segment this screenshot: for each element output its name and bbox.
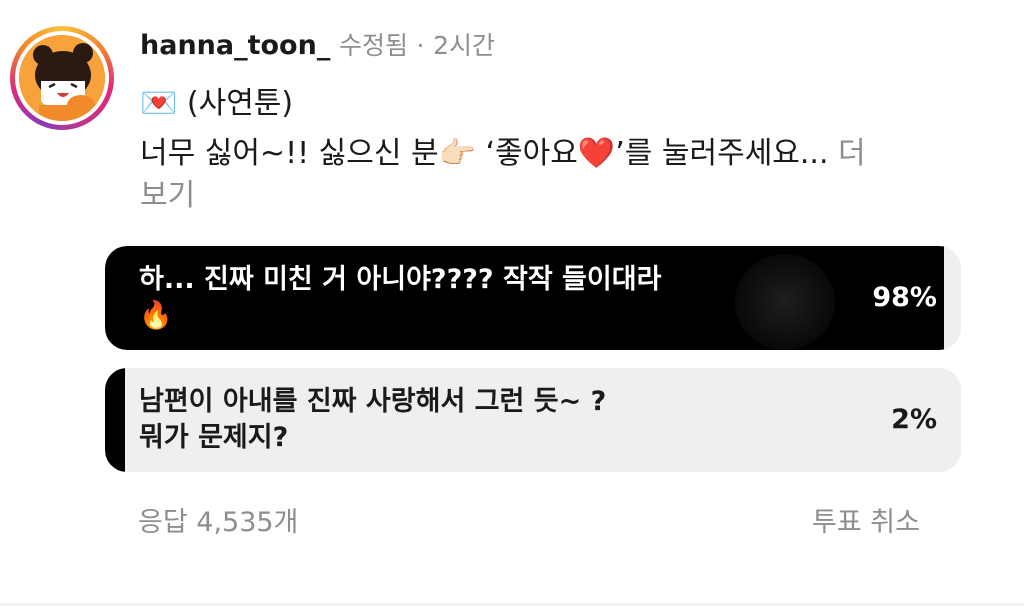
poll-result-bar	[105, 368, 125, 472]
poll-percentage: 98%	[872, 282, 937, 313]
cartoon-girl-avatar-icon	[19, 35, 105, 121]
poll-percentage: 2%	[891, 404, 937, 435]
caption-text-b: ‘좋아요	[485, 136, 578, 171]
caption-series-label: (사연툰)	[186, 86, 294, 121]
caption-line-3: 보기	[140, 170, 195, 214]
poll-option-text: 하... 진짜 미친 거 아니야???? 작작 들이대라 🔥	[139, 262, 661, 334]
poll-option-text: 남편이 아내를 진짜 사랑해서 그런 듯~ ? 뭐가 문제지?	[139, 384, 606, 456]
obscured-area	[735, 254, 835, 350]
story-ring[interactable]	[10, 26, 114, 130]
caption-text-c: ’를 눌러주세요...	[615, 136, 829, 171]
meta-separator: ·	[416, 31, 425, 60]
edited-label: 수정됨	[338, 31, 408, 60]
poll-option-2[interactable]: 남편이 아내를 진짜 사랑해서 그런 듯~ ? 뭐가 문제지? 2%	[105, 368, 961, 472]
poll-option-line-1: 하... 진짜 미친 거 아니야???? 작작 들이대라	[139, 264, 662, 295]
fire-icon: 🔥	[139, 300, 173, 331]
avatar[interactable]	[19, 35, 105, 121]
caption-text-a: 너무 싫어~!! 싫으신 분	[140, 136, 439, 171]
poll-post: hanna_toon_ 수정됨 · 2시간 💌 (사연툰) 너무 싫어~!! 싫…	[0, 0, 1024, 606]
poll-option-1[interactable]: 하... 진짜 미친 거 아니야???? 작작 들이대라 🔥 98%	[105, 246, 961, 350]
caption-line-2: 너무 싫어~!! 싫으신 분👉🏻 ‘좋아요❤️’를 눌러주세요... 더	[140, 128, 866, 172]
more-link-continued[interactable]: 보기	[140, 178, 195, 213]
post-header: hanna_toon_ 수정됨 · 2시간	[140, 26, 495, 62]
more-link[interactable]: 더	[838, 136, 866, 171]
post-time: 2시간	[433, 31, 495, 60]
love-letter-icon: 💌	[140, 86, 178, 121]
cancel-vote-button[interactable]: 투표 취소	[812, 500, 920, 539]
username-link[interactable]: hanna_toon_	[140, 30, 330, 61]
caption-line-1: 💌 (사연툰)	[140, 78, 293, 122]
pointing-hand-icon: 👉🏻	[438, 136, 476, 171]
red-heart-icon: ❤️	[577, 136, 616, 171]
responses-count: 응답 4,535개	[138, 507, 299, 538]
poll-option-line-2: 뭐가 문제지?	[139, 422, 289, 453]
poll-option-line-1: 남편이 아내를 진짜 사랑해서 그런 듯~ ?	[139, 386, 607, 417]
